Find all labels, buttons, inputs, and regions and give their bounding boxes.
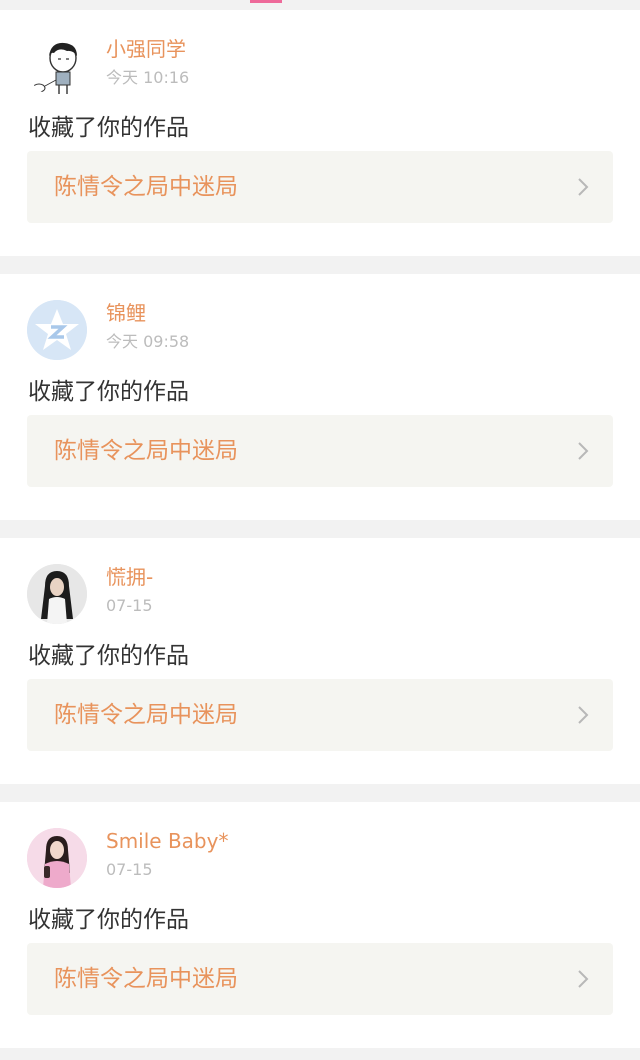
- work-title: 陈情令之局中迷局: [54, 174, 238, 200]
- chevron-right-icon: [578, 442, 589, 460]
- action-text: 收藏了你的作品: [28, 643, 189, 669]
- chevron-right-icon: [578, 970, 589, 988]
- timestamp: 今天 10:16: [106, 68, 190, 87]
- work-title: 陈情令之局中迷局: [54, 438, 238, 464]
- notification-card: 慌拥- 07-15 收藏了你的作品 陈情令之局中迷局: [0, 538, 640, 784]
- chevron-right-icon: [578, 706, 589, 724]
- timestamp: 今天 09:58: [106, 332, 190, 351]
- work-link[interactable]: 陈情令之局中迷局: [27, 679, 613, 751]
- username[interactable]: 小强同学: [106, 37, 186, 61]
- work-title: 陈情令之局中迷局: [54, 966, 238, 992]
- timestamp: 07-15: [106, 860, 153, 879]
- work-link[interactable]: 陈情令之局中迷局: [27, 415, 613, 487]
- notification-card: 小强同学 今天 10:16 收藏了你的作品 陈情令之局中迷局: [0, 10, 640, 256]
- username[interactable]: Smile Baby*: [106, 829, 228, 853]
- work-link[interactable]: 陈情令之局中迷局: [27, 151, 613, 223]
- long-hair-girl-avatar[interactable]: [27, 564, 87, 624]
- timestamp: 07-15: [106, 596, 153, 615]
- action-text: 收藏了你的作品: [28, 115, 189, 141]
- username[interactable]: 锦鲤: [106, 301, 146, 325]
- cartoon-boy-avatar[interactable]: [27, 36, 87, 96]
- work-link[interactable]: 陈情令之局中迷局: [27, 943, 613, 1015]
- notification-feed: 小强同学 今天 10:16 收藏了你的作品 陈情令之局中迷局 锦鲤 今天 09:…: [0, 0, 640, 1060]
- action-text: 收藏了你的作品: [28, 379, 189, 405]
- default-star-avatar[interactable]: [27, 300, 87, 360]
- notification-card: Smile Baby* 07-15 收藏了你的作品 陈情令之局中迷局: [0, 802, 640, 1048]
- pink-girl-avatar[interactable]: [27, 828, 87, 888]
- username[interactable]: 慌拥-: [106, 565, 153, 589]
- tab-indicator: [250, 0, 282, 3]
- chevron-right-icon: [578, 178, 589, 196]
- action-text: 收藏了你的作品: [28, 907, 189, 933]
- notification-card: 锦鲤 今天 09:58 收藏了你的作品 陈情令之局中迷局: [0, 274, 640, 520]
- work-title: 陈情令之局中迷局: [54, 702, 238, 728]
